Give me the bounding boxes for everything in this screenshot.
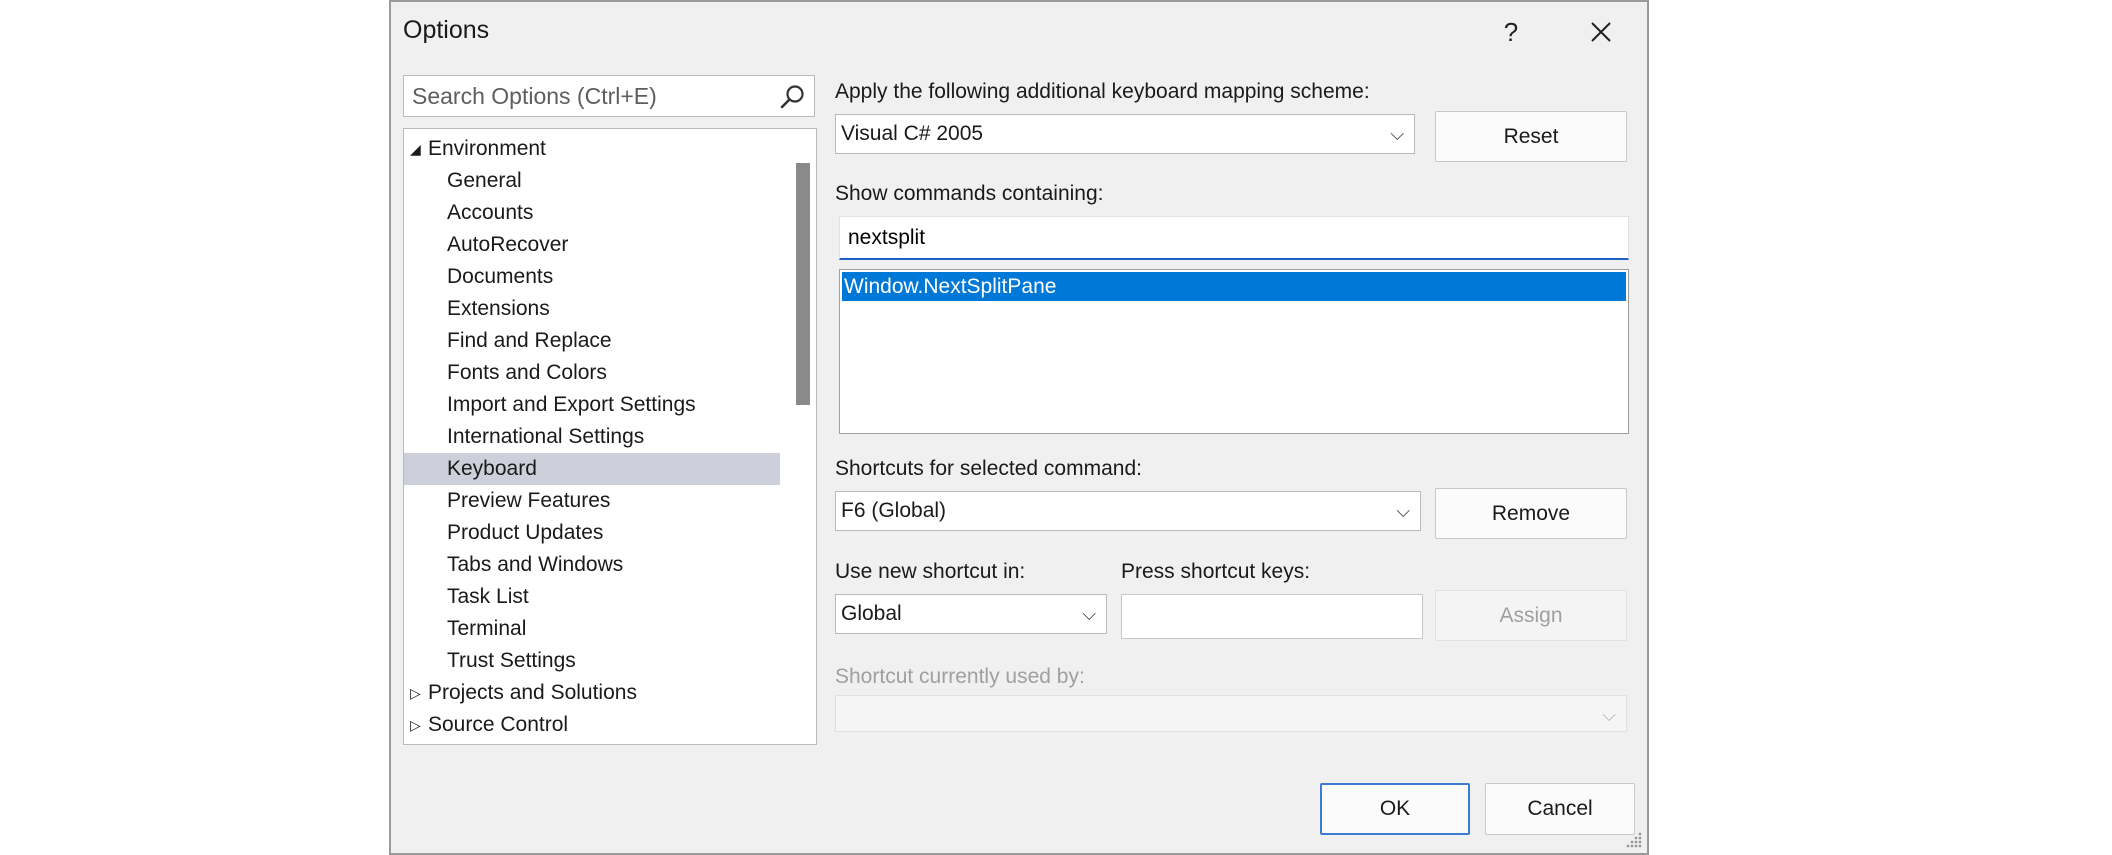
assign-button[interactable]: Assign <box>1435 590 1627 641</box>
tree-item-international[interactable]: International Settings <box>404 421 780 453</box>
tree-item-keyboard[interactable]: Keyboard <box>404 453 780 485</box>
tree-item-documents[interactable]: Documents <box>404 261 780 293</box>
chevron-down-icon: ⌵ <box>1390 124 1404 144</box>
tree-item-label: Extensions <box>447 297 550 320</box>
options-dialog: Options ? ◢ Environment General Accounts… <box>389 0 1649 855</box>
mapping-scheme-value: Visual C# 2005 <box>841 122 984 145</box>
tree-item-label: Tabs and Windows <box>447 553 624 576</box>
show-commands-label: Show commands containing: <box>835 182 1104 205</box>
tree-item-label: International Settings <box>447 425 645 448</box>
search-icon[interactable] <box>778 83 806 111</box>
collapsed-arrow-icon[interactable]: ▷ <box>410 709 424 741</box>
tree-item-terminal[interactable]: Terminal <box>404 613 780 645</box>
tree-item-fonts-and-colors[interactable]: Fonts and Colors <box>404 357 780 389</box>
chevron-down-icon: ⌵ <box>1602 705 1616 725</box>
tree-item-task-list[interactable]: Task List <box>404 581 780 613</box>
use-shortcut-in-dropdown[interactable]: Global ⌵ <box>835 594 1107 634</box>
tree-item-label: Import and Export Settings <box>447 393 696 416</box>
tree-item-label: Accounts <box>447 201 534 224</box>
search-input[interactable] <box>404 76 764 116</box>
tree-item-label: Keyboard <box>447 457 537 480</box>
tree-item-label: Terminal <box>447 617 527 640</box>
tree-item-label: Task List <box>447 585 529 608</box>
tree-item-find-and-replace[interactable]: Find and Replace <box>404 325 780 357</box>
command-list-item[interactable]: Window.NextSplitPane <box>842 272 1626 301</box>
resize-grip-icon[interactable] <box>1625 831 1643 849</box>
dialog-title: Options <box>403 16 490 44</box>
title-bar: Options ? <box>391 2 1647 62</box>
tree-item-label: Product Updates <box>447 521 604 544</box>
tree-item-preview-features[interactable]: Preview Features <box>404 485 780 517</box>
tree-item-general[interactable]: General <box>404 165 780 197</box>
tree-item-label: Find and Replace <box>447 329 612 352</box>
tree-item-extensions[interactable]: Extensions <box>404 293 780 325</box>
cancel-button[interactable]: Cancel <box>1485 783 1635 835</box>
tree-item-label: Fonts and Colors <box>447 361 607 384</box>
commands-list: Window.NextSplitPane <box>839 269 1629 434</box>
close-button[interactable] <box>1571 10 1631 54</box>
collapsed-arrow-icon[interactable]: ▷ <box>410 677 424 709</box>
help-button[interactable]: ? <box>1481 10 1541 54</box>
tree-item-projects-and-solutions[interactable]: ▷ Projects and Solutions <box>404 677 780 709</box>
tree-item-source-control[interactable]: ▷ Source Control <box>404 709 780 741</box>
shortcuts-value: F6 (Global) <box>841 499 947 522</box>
mapping-scheme-label: Apply the following additional keyboard … <box>835 80 1370 103</box>
tree-item-environment[interactable]: ◢ Environment <box>404 133 780 165</box>
scrollbar-thumb[interactable] <box>796 163 810 405</box>
reset-button[interactable]: Reset <box>1435 111 1627 162</box>
tree-item-trust-settings[interactable]: Trust Settings <box>404 645 780 677</box>
close-icon <box>1591 22 1611 42</box>
tree-item-label: General <box>447 169 522 192</box>
tree-item-import-export[interactable]: Import and Export Settings <box>404 389 780 421</box>
chevron-down-icon: ⌵ <box>1396 501 1410 521</box>
press-shortcut-keys-input[interactable] <box>1121 594 1423 639</box>
shortcuts-label: Shortcuts for selected command: <box>835 457 1142 480</box>
tree-item-label: Preview Features <box>447 489 611 512</box>
tree-scrollbar[interactable] <box>789 129 816 744</box>
search-options-box[interactable] <box>403 75 815 117</box>
tree-item-label: Trust Settings <box>447 649 576 672</box>
tree-item-label: Projects and Solutions <box>428 681 637 704</box>
shortcuts-dropdown[interactable]: F6 (Global) ⌵ <box>835 491 1421 531</box>
tree-item-label: Documents <box>447 265 554 288</box>
ok-button[interactable]: OK <box>1320 783 1470 835</box>
tree-item-label: AutoRecover <box>447 233 569 256</box>
tree-item-autorecover[interactable]: AutoRecover <box>404 229 780 261</box>
tree-item-accounts[interactable]: Accounts <box>404 197 780 229</box>
options-tree: ◢ Environment General Accounts AutoRecov… <box>403 128 817 745</box>
tree-item-product-updates[interactable]: Product Updates <box>404 517 780 549</box>
tree-item-label: Source Control <box>428 713 569 736</box>
mapping-scheme-dropdown[interactable]: Visual C# 2005 ⌵ <box>835 114 1415 154</box>
use-new-shortcut-label: Use new shortcut in: <box>835 560 1026 583</box>
tree-item-label: Environment <box>428 137 546 160</box>
remove-button[interactable]: Remove <box>1435 488 1627 539</box>
press-shortcut-keys-label: Press shortcut keys: <box>1121 560 1311 583</box>
commands-filter-input[interactable] <box>839 216 1629 260</box>
tree-item-tabs-and-windows[interactable]: Tabs and Windows <box>404 549 780 581</box>
shortcut-used-by-label: Shortcut currently used by: <box>835 665 1085 688</box>
chevron-down-icon: ⌵ <box>1082 604 1096 624</box>
use-shortcut-in-value: Global <box>841 602 902 625</box>
shortcut-used-by-dropdown[interactable]: ⌵ <box>835 695 1627 732</box>
expanded-arrow-icon[interactable]: ◢ <box>410 133 424 165</box>
